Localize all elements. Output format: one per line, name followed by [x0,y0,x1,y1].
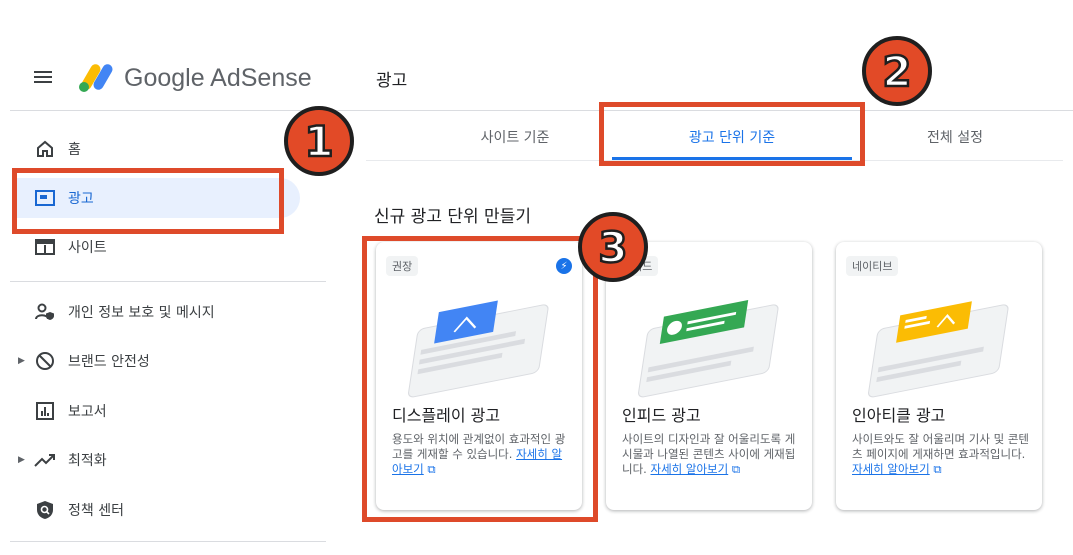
external-link-icon[interactable]: ⧉ [732,462,740,476]
divider [10,541,326,542]
page-title: 광고 [376,71,408,91]
policy-shield-icon [34,499,56,521]
sidebar-item-home[interactable]: 홈 [14,129,300,169]
sidebar-item-label: 개인 정보 보호 및 메시지 [68,305,215,321]
sidebar-item-reports[interactable]: 보고서 [14,391,300,431]
section-title: 신규 광고 단위 만들기 [374,207,531,227]
highlight-box-ads [12,168,284,234]
in-article-ad-illustration [868,301,1009,398]
step-badge-1: 1 [284,106,354,176]
sidebar-item-privacy[interactable]: 개인 정보 보호 및 메시지 [14,292,300,332]
divider [10,281,326,282]
step-badge-3: 3 [578,212,648,282]
privacy-icon [34,301,56,323]
adsense-logo-icon [79,64,113,92]
sidebar-item-brand-safety[interactable]: ▶ 브랜드 안전성 [14,341,300,381]
brand-name: Google AdSense [124,64,312,92]
learn-more-link[interactable]: 자세히 알아보기 [852,462,930,476]
tab-global-settings[interactable]: 전체 설정 [870,116,1040,158]
in-feed-ad-card[interactable]: 인피드 인피드 광고 사이트의 디자인과 잘 어울리도록 게시물과 나열된 콘텐… [606,242,812,510]
sidebar-item-label: 사이트 [68,240,107,256]
sidebar-item-label: 홈 [68,142,81,158]
highlight-box-ad-unit-tab [599,102,865,166]
expand-arrow-icon[interactable]: ▶ [18,356,25,366]
sidebar-item-label: 브랜드 안전성 [68,354,150,370]
tab-by-site[interactable]: 사이트 기준 [440,116,590,158]
sites-icon [34,236,56,258]
step-badge-2: 2 [862,36,932,106]
sidebar-item-optimization[interactable]: ▶ 최적화 [14,440,300,480]
learn-more-link[interactable]: 자세히 알아보기 [650,462,728,476]
reports-icon [34,400,56,422]
card-description: 사이트의 디자인과 잘 어울리도록 게시물과 나열된 콘텐츠 사이에 게재됩니다… [622,432,796,476]
menu-icon[interactable] [34,68,56,90]
sidebar-item-policy-center[interactable]: 정책 센터 [14,490,300,530]
external-link-icon[interactable]: ⧉ [933,462,941,476]
expand-arrow-icon[interactable]: ▶ [18,455,25,465]
highlight-box-display-card [362,236,598,522]
divider [10,110,326,111]
card-description: 사이트와도 잘 어울리며 기사 및 콘텐츠 페이지에 게재하면 효과적입니다. … [852,432,1029,476]
in-article-ad-card[interactable]: 네이티브 인아티클 광고 사이트와도 잘 어울리며 기사 및 콘텐츠 페이지에 … [836,242,1042,510]
sidebar-item-label: 최적화 [68,453,107,469]
home-icon [34,138,56,160]
in-feed-ad-illustration [638,299,779,398]
card-title: 인피드 광고 [622,406,701,425]
card-title: 인아티클 광고 [852,406,946,425]
block-icon [34,350,56,372]
native-chip: 네이티브 [846,256,899,276]
sidebar-item-label: 보고서 [68,404,107,420]
sidebar-item-label: 정책 센터 [68,503,124,519]
trending-up-icon [34,449,56,471]
